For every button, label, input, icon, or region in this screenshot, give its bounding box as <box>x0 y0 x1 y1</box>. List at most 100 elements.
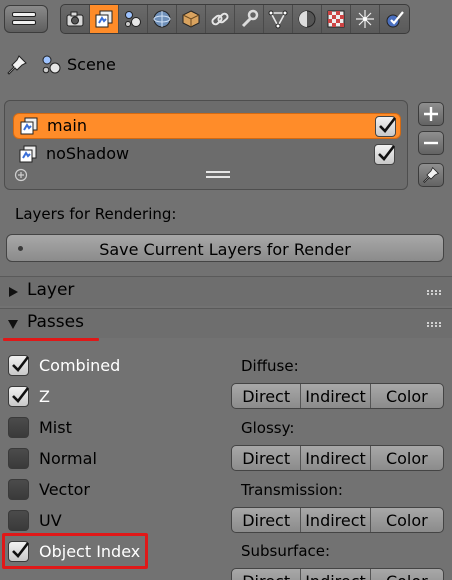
data-tab[interactable] <box>264 5 293 33</box>
pass-checkbox[interactable] <box>8 386 30 407</box>
passes-panel-title: Passes <box>27 312 84 332</box>
transmission-pass-buttons: Direct Indirect Color <box>231 507 444 533</box>
annotation-highlight-box <box>2 533 148 569</box>
pin-icon[interactable] <box>6 54 28 76</box>
layer-panel-header[interactable]: Layer <box>0 276 452 306</box>
remove-render-layer-button[interactable] <box>418 131 444 155</box>
pass-toggle-z[interactable]: Z <box>8 385 218 409</box>
render-layer-checkbox[interactable] <box>374 144 396 165</box>
pass-label: Mist <box>39 418 72 437</box>
render-layer-icon <box>20 117 38 135</box>
minus-icon <box>424 141 438 145</box>
diffuse-direct-button[interactable]: Direct <box>232 384 302 408</box>
pass-toggle-mist[interactable]: Mist <box>8 416 218 440</box>
wrench-icon <box>241 9 259 28</box>
checker-icon <box>327 10 345 28</box>
object-tab[interactable] <box>177 5 206 33</box>
pin-render-layer-button[interactable] <box>418 163 444 187</box>
editor-type-button[interactable] <box>4 5 48 33</box>
glossy-pass-buttons: Direct Indirect Color <box>231 445 444 471</box>
diffuse-indirect-button[interactable]: Indirect <box>301 384 371 408</box>
pass-checkbox[interactable] <box>8 448 29 469</box>
world-tab[interactable] <box>148 5 177 33</box>
subsurface-heading: Subsurface: <box>241 542 331 560</box>
add-render-layer-button[interactable] <box>418 102 444 126</box>
glossy-color-button[interactable]: Color <box>371 446 443 470</box>
pin-icon <box>423 166 440 183</box>
physics-tab[interactable] <box>380 5 409 33</box>
pass-toggle-vector[interactable]: Vector <box>8 478 218 502</box>
transmission-direct-button[interactable]: Direct <box>232 508 302 532</box>
vertex-icon <box>268 10 288 29</box>
pass-label: UV <box>39 511 62 530</box>
texture-tab[interactable] <box>322 5 351 33</box>
checkmark-icon <box>379 117 397 133</box>
checkmark-icon <box>12 356 30 372</box>
scene-context-icon <box>42 55 61 74</box>
material-tab[interactable] <box>293 5 322 33</box>
pass-label: Vector <box>39 480 90 499</box>
transmission-heading: Transmission: <box>241 481 343 499</box>
list-filter-icon[interactable] <box>14 168 28 182</box>
expanded-triangle-icon <box>8 320 18 329</box>
pass-toggle-normal[interactable]: Normal <box>8 447 218 471</box>
pass-checkbox[interactable] <box>8 355 30 376</box>
pass-toggle-combined[interactable]: Combined <box>8 354 218 378</box>
diffuse-pass-buttons: Direct Indirect Color <box>231 383 444 409</box>
drag-handle-icon[interactable] <box>427 290 441 296</box>
constraints-tab[interactable] <box>206 5 235 33</box>
checkmark-icon <box>378 145 396 161</box>
pass-checkbox[interactable] <box>8 479 29 500</box>
particles-tab[interactable] <box>351 5 380 33</box>
pass-label: Normal <box>39 449 97 468</box>
glossy-direct-button[interactable]: Direct <box>232 446 302 470</box>
scene-tab[interactable] <box>119 5 148 33</box>
passes-panel-header[interactable]: Passes <box>0 308 452 341</box>
pass-checkbox[interactable] <box>8 510 29 531</box>
subsurface-direct-button[interactable]: Direct <box>232 569 302 580</box>
render-layer-checkbox[interactable] <box>375 116 397 137</box>
subsurface-pass-buttons: Direct Indirect Color <box>231 568 444 580</box>
render-layer-icon <box>19 145 37 163</box>
glossy-heading: Glossy: <box>241 419 295 437</box>
collapsed-triangle-icon <box>9 287 18 297</box>
layer-panel-title: Layer <box>27 280 75 300</box>
cube-icon <box>182 10 200 28</box>
layers-for-rendering-label: Layers for Rendering: <box>15 205 177 223</box>
modifiers-tab[interactable] <box>235 5 264 33</box>
annotation-underline <box>3 338 99 341</box>
scene-icon <box>125 11 141 27</box>
transmission-color-button[interactable]: Color <box>371 508 443 532</box>
material-sphere-icon <box>298 10 316 28</box>
glossy-indirect-button[interactable]: Indirect <box>301 446 371 470</box>
particles-icon <box>356 10 374 28</box>
pass-label: Combined <box>39 356 121 375</box>
transmission-indirect-button[interactable]: Indirect <box>301 508 371 532</box>
render-layer-label[interactable]: noShadow <box>46 144 129 163</box>
render-layer-label[interactable]: main <box>47 116 87 135</box>
physics-icon <box>386 11 404 28</box>
pass-label: Z <box>39 387 50 406</box>
context-tabs <box>60 4 410 34</box>
checkmark-icon <box>12 387 30 403</box>
list-resize-grip[interactable] <box>206 171 230 179</box>
diffuse-color-button[interactable]: Color <box>371 384 443 408</box>
save-current-layers-button[interactable]: Save Current Layers for Render <box>6 234 444 262</box>
pass-checkbox[interactable] <box>8 417 29 438</box>
plus-icon <box>424 107 438 121</box>
subsurface-indirect-button[interactable]: Indirect <box>301 569 371 580</box>
render-layers-icon <box>95 10 113 28</box>
render-layers-tab[interactable] <box>90 5 119 33</box>
camera-icon <box>66 11 84 27</box>
subsurface-color-button[interactable]: Color <box>371 569 443 580</box>
save-current-layers-label: Save Current Layers for Render <box>99 240 351 259</box>
render-layer-item[interactable]: main <box>13 113 401 139</box>
diffuse-heading: Diffuse: <box>241 357 299 375</box>
render-layer-item[interactable]: noShadow <box>13 142 401 168</box>
world-icon <box>153 10 171 28</box>
render-tab[interactable] <box>61 5 90 33</box>
pass-toggle-uv[interactable]: UV <box>8 509 218 533</box>
scene-label: Scene <box>67 55 116 74</box>
chain-link-icon <box>211 12 229 26</box>
drag-handle-icon[interactable] <box>427 322 441 328</box>
